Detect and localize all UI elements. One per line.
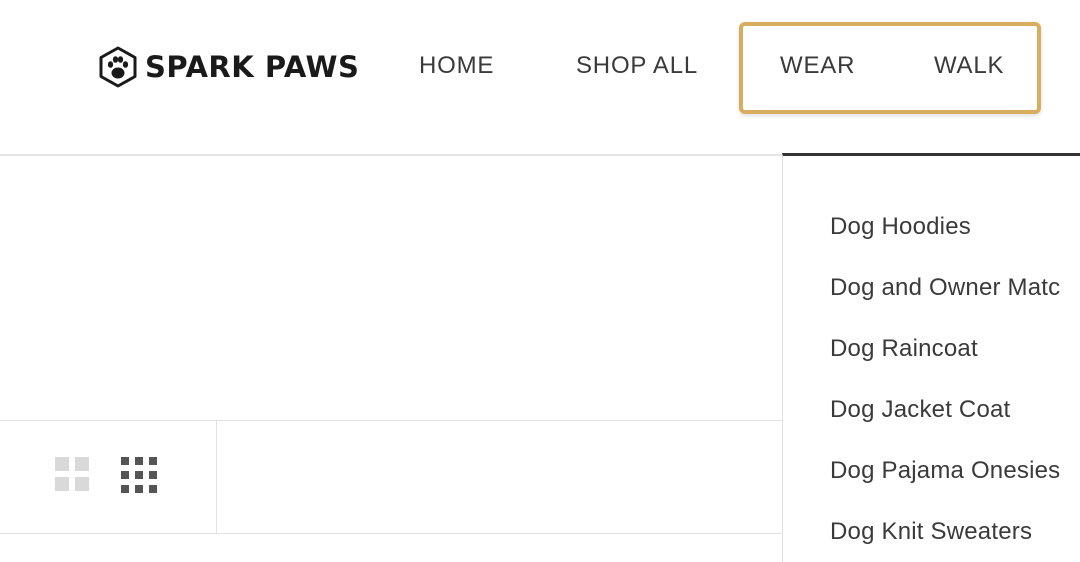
brand-logo[interactable]: SPARK PAWS xyxy=(97,44,359,90)
wear-dropdown-menu: Dog Hoodies Dog and Owner Matc Dog Rainc… xyxy=(782,153,1080,562)
toolbar-vertical-divider xyxy=(216,421,217,533)
nav-shop-all[interactable]: SHOP ALL xyxy=(576,52,698,80)
nav-wear[interactable]: WEAR xyxy=(780,52,855,80)
dropdown-item-dog-hoodies[interactable]: Dog Hoodies xyxy=(830,213,971,241)
grid-2x2-icon[interactable] xyxy=(55,457,89,491)
brand-name: SPARK PAWS xyxy=(145,50,360,84)
toolbar-bottom-divider xyxy=(0,533,782,534)
nav-home[interactable]: HOME xyxy=(419,52,494,80)
dropdown-item-dog-and-owner-matching[interactable]: Dog and Owner Matc xyxy=(830,274,1060,302)
paw-hexagon-icon xyxy=(99,46,137,88)
dropdown-item-dog-pajama-onesies[interactable]: Dog Pajama Onesies xyxy=(830,457,1060,485)
toolbar-top-divider xyxy=(0,420,782,421)
dropdown-item-dog-raincoat[interactable]: Dog Raincoat xyxy=(830,335,978,363)
grid-3x3-icon[interactable] xyxy=(121,457,157,493)
dropdown-item-dog-jacket-coat[interactable]: Dog Jacket Coat xyxy=(830,396,1010,424)
site-header: SPARK PAWS HOME SHOP ALL WEAR WALK xyxy=(0,0,1080,155)
page: SPARK PAWS HOME SHOP ALL WEAR WALK Dog H… xyxy=(0,0,1080,562)
dropdown-item-dog-knit-sweaters[interactable]: Dog Knit Sweaters xyxy=(830,518,1032,546)
nav-walk[interactable]: WALK xyxy=(934,52,1004,80)
